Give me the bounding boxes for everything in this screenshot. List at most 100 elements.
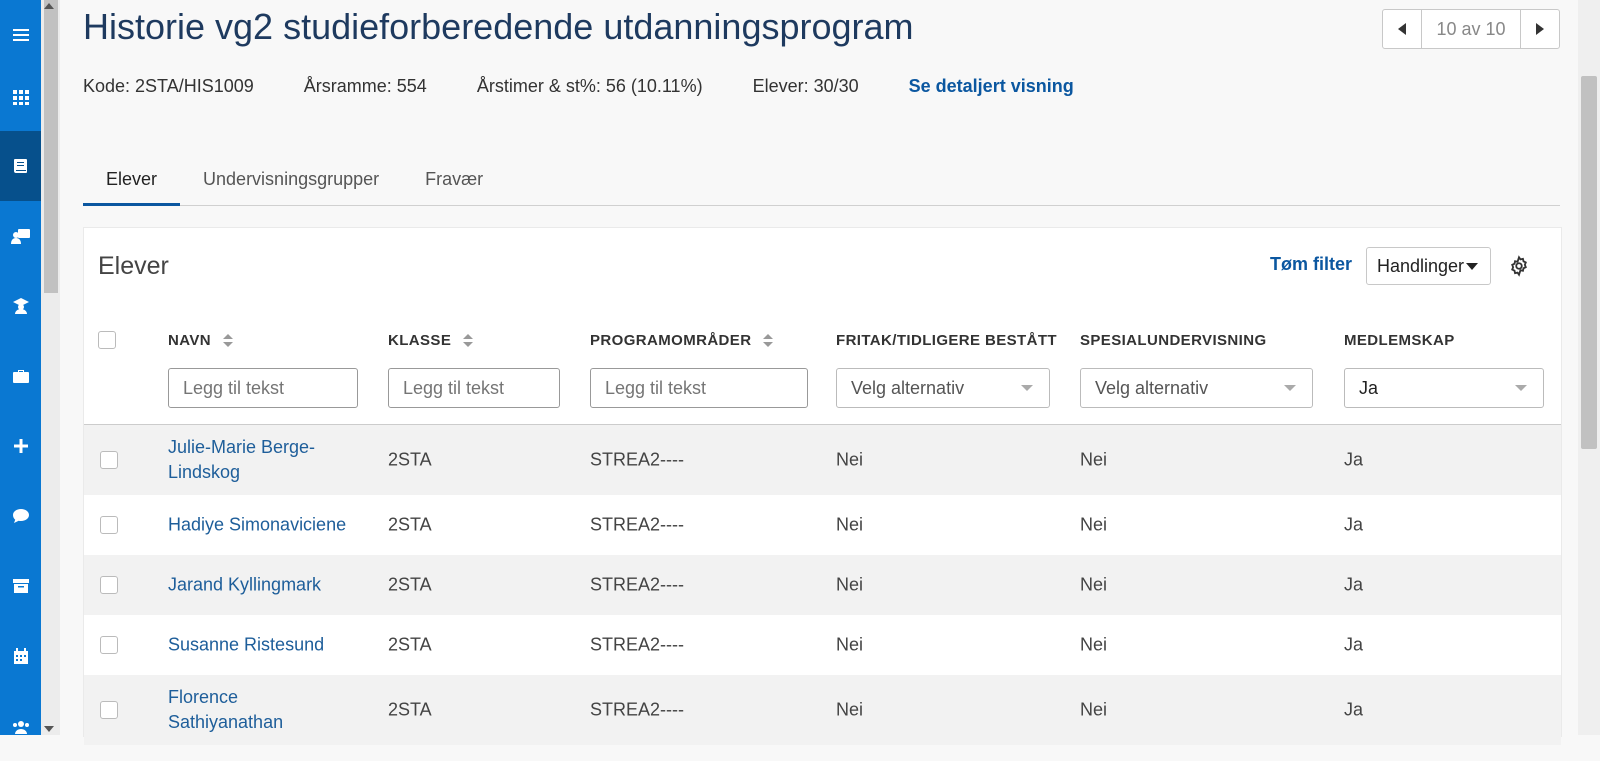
tab-bar: Elever Undervisningsgrupper Fravær	[83, 155, 1560, 206]
sort-icon	[223, 334, 233, 347]
pager-position: 10 av 10	[1421, 10, 1521, 48]
exemption-filter-value: Velg alternativ	[851, 377, 965, 398]
column-header-klasse[interactable]: KLASSE	[388, 332, 474, 349]
next-button[interactable]	[1521, 10, 1559, 48]
previous-button[interactable]	[1383, 10, 1421, 48]
special-cell: Nei	[1080, 699, 1108, 720]
sort-icon	[463, 334, 474, 347]
column-header-medlemskap: MEDLEMSKAP	[1344, 332, 1455, 349]
menu-icon[interactable]	[0, 0, 41, 70]
tab-elever[interactable]: Elever	[83, 155, 181, 206]
membership-cell: Ja	[1344, 574, 1364, 595]
row-checkbox[interactable]	[100, 516, 118, 534]
caret-left-icon	[1398, 23, 1406, 35]
row-checkbox[interactable]	[100, 701, 118, 719]
student-name-link[interactable]: Florence Sathiyanathan	[168, 685, 308, 735]
book-icon[interactable]	[0, 131, 41, 201]
membership-filter-value: Ja	[1359, 377, 1379, 398]
course-code: Kode: 2STA/HIS1009	[83, 76, 254, 96]
year-hours: Årstimer & st%: 56 (10.11%)	[476, 76, 703, 96]
membership-cell: Ja	[1344, 449, 1364, 470]
table-row: Hadiye Simonaviciene 2STA STREA2---- Nei…	[84, 495, 1561, 555]
page-title: Historie vg2 studieforberedende utdannin…	[83, 6, 914, 47]
calendar-icon[interactable]	[0, 621, 41, 691]
sidebar	[0, 0, 41, 735]
gear-icon[interactable]	[1508, 255, 1530, 277]
class-cell: 2STA	[388, 574, 432, 595]
chevron-down-icon	[1021, 385, 1033, 391]
scroll-down-arrow-icon[interactable]	[40, 723, 58, 735]
teacher-board-icon[interactable]	[0, 201, 41, 271]
class-filter-input[interactable]	[388, 368, 560, 408]
exemption-cell: Nei	[836, 699, 864, 720]
scroll-up-arrow-icon[interactable]	[40, 0, 58, 12]
column-label: KLASSE	[388, 332, 452, 349]
column-header-fritak: FRITAK/TIDLIGERE BESTÅTT	[836, 332, 1057, 349]
table-row: Susanne Ristesund 2STA STREA2---- Nei Ne…	[84, 615, 1561, 675]
student-name-link[interactable]: Jarand Kyllingmark	[168, 573, 321, 598]
students-panel: Elever Tøm filter Handlinger NAVN KLASSE…	[83, 227, 1562, 745]
exemption-cell: Nei	[836, 514, 864, 535]
caret-right-icon	[1536, 23, 1544, 35]
users-icon[interactable]	[0, 691, 41, 761]
exemption-filter-select[interactable]: Velg alternativ	[836, 368, 1050, 408]
actions-dropdown[interactable]: Handlinger	[1366, 247, 1491, 285]
special-filter-value: Velg alternativ	[1095, 377, 1209, 398]
chevron-down-icon	[1515, 385, 1527, 391]
chat-icon[interactable]	[0, 481, 41, 551]
year-frame: Årsramme: 554	[303, 76, 427, 96]
exemption-cell: Nei	[836, 449, 864, 470]
exemption-cell: Nei	[836, 574, 864, 595]
program-cell: STREA2----	[590, 574, 684, 595]
column-header-spesialundervisning: SPESIALUNDERVISNING	[1080, 332, 1267, 349]
sort-icon	[763, 334, 774, 347]
column-header-programomrader[interactable]: PROGRAMOMRÅDER	[590, 332, 774, 349]
special-cell: Nei	[1080, 449, 1108, 470]
membership-cell: Ja	[1344, 699, 1364, 720]
student-name-link[interactable]: Susanne Ristesund	[168, 633, 324, 658]
actions-label: Handlinger	[1377, 255, 1465, 276]
tab-undervisningsgrupper[interactable]: Undervisningsgrupper	[180, 155, 402, 203]
select-all-checkbox[interactable]	[98, 331, 116, 349]
column-label: PROGRAMOMRÅDER	[590, 332, 752, 349]
page-scrollbar-thumb[interactable]	[1581, 76, 1597, 449]
class-cell: 2STA	[388, 634, 432, 655]
program-filter-input[interactable]	[590, 368, 808, 408]
student-count: Elever: 30/30	[752, 76, 859, 96]
special-cell: Nei	[1080, 514, 1108, 535]
row-checkbox[interactable]	[100, 451, 118, 469]
program-cell: STREA2----	[590, 514, 684, 535]
student-name-link[interactable]: Hadiye Simonaviciene	[168, 513, 346, 538]
column-header-navn[interactable]: NAVN	[168, 332, 233, 349]
membership-filter-select[interactable]: Ja	[1344, 368, 1544, 408]
archive-icon[interactable]	[0, 551, 41, 621]
graduate-icon[interactable]	[0, 271, 41, 341]
clear-filter-button[interactable]: Tøm filter	[1270, 254, 1352, 275]
name-filter-input[interactable]	[168, 368, 358, 408]
apps-grid-icon[interactable]	[0, 62, 41, 132]
briefcase-icon[interactable]	[0, 341, 41, 411]
row-checkbox[interactable]	[100, 576, 118, 594]
class-cell: 2STA	[388, 514, 432, 535]
course-meta: Kode: 2STA/HIS1009 Årsramme: 554 Årstime…	[83, 76, 1074, 97]
program-cell: STREA2----	[590, 449, 684, 470]
exemption-cell: Nei	[836, 634, 864, 655]
class-cell: 2STA	[388, 699, 432, 720]
table-row: Jarand Kyllingmark 2STA STREA2---- Nei N…	[84, 555, 1561, 615]
plus-icon[interactable]	[0, 411, 41, 481]
membership-cell: Ja	[1344, 634, 1364, 655]
row-checkbox[interactable]	[100, 636, 118, 654]
student-name-link[interactable]: Julie-Marie Berge-Lindskog	[168, 435, 338, 485]
tab-fravaer[interactable]: Fravær	[402, 155, 506, 203]
program-cell: STREA2----	[590, 634, 684, 655]
program-cell: STREA2----	[590, 699, 684, 720]
pager: 10 av 10	[1382, 9, 1560, 49]
membership-cell: Ja	[1344, 514, 1364, 535]
detail-view-link[interactable]: Se detaljert visning	[909, 76, 1074, 97]
special-cell: Nei	[1080, 574, 1108, 595]
table-row: Julie-Marie Berge-Lindskog 2STA STREA2--…	[84, 425, 1561, 495]
sidebar-scrollbar-thumb[interactable]	[44, 0, 58, 293]
column-label: NAVN	[168, 332, 211, 349]
special-filter-select[interactable]: Velg alternativ	[1080, 368, 1313, 408]
chevron-down-icon	[1284, 385, 1296, 391]
